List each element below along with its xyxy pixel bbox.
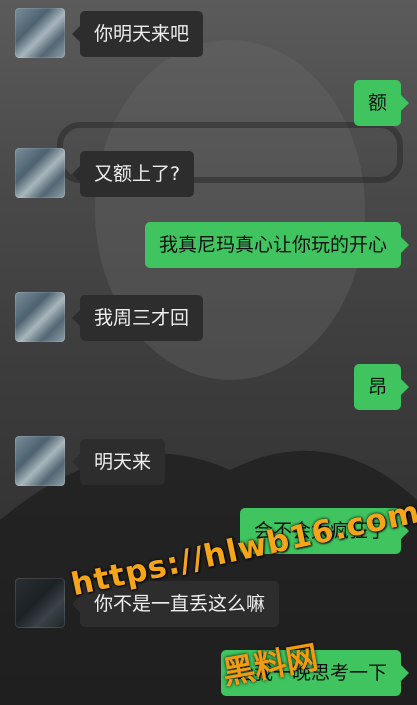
outgoing-message-bubble[interactable]: 额 [353, 80, 410, 126]
incoming-message-bubble[interactable]: 你不是一直丢这么嘛 [71, 581, 280, 627]
outgoing-message-bubble[interactable]: 给我一晚思考一下 [220, 650, 410, 696]
contact-avatar[interactable] [15, 8, 65, 58]
contact-avatar[interactable] [15, 148, 65, 198]
chat-screen: 你明天来吧 额 又额上了? 我真尼玛真心让你玩的开心 我周三才回 昂 明天来 会… [0, 0, 417, 705]
contact-avatar[interactable] [15, 436, 65, 486]
outgoing-message-bubble[interactable]: 会不会太疯狂了 [239, 508, 410, 554]
outgoing-message-bubble[interactable]: 昂 [353, 364, 410, 410]
incoming-message-bubble[interactable]: 你明天来吧 [71, 11, 204, 57]
contact-avatar[interactable] [15, 292, 65, 342]
incoming-message-bubble[interactable]: 明天来 [71, 439, 166, 485]
incoming-message-bubble[interactable]: 又额上了? [71, 151, 195, 197]
outgoing-message-bubble[interactable]: 我真尼玛真心让你玩的开心 [144, 222, 410, 268]
contact-avatar[interactable] [15, 578, 65, 628]
incoming-message-bubble[interactable]: 我周三才回 [71, 295, 204, 341]
